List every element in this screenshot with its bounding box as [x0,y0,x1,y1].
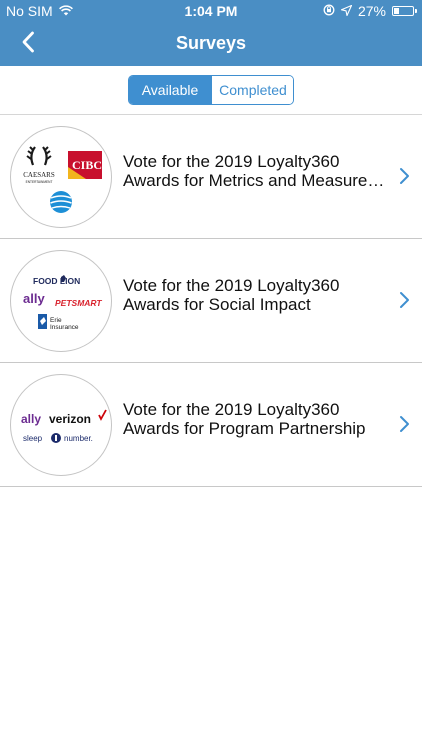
survey-title-line-1: Vote for the 2019 Loyalty360 [123,400,340,419]
battery-fill [394,8,399,14]
sleep-wordmark: sleep [23,434,43,443]
chevron-right-icon [398,167,412,185]
food-lion-logo: FOOD LION [33,275,80,286]
status-bar: No SIM 1:04 PM 27% [0,0,422,22]
sponsor-logos-image: ally verizon sleep number. [10,374,112,476]
tab-available[interactable]: Available [129,76,211,104]
cibc-wordmark: CIBC [72,158,102,172]
status-right: 27% [323,3,417,19]
survey-filter-segmented-control: Available Completed [128,75,294,105]
petsmart-logo: PETSMART [55,298,102,308]
att-logo [50,191,72,213]
survey-row-social-impact[interactable]: FOOD LION ally PETSMART Erie Insurance V… [0,239,422,363]
location-icon [339,3,353,19]
erie-subtitle: Insurance [50,324,79,331]
battery-percent: 27% [357,3,386,19]
number-wordmark: number. [64,434,93,443]
sponsor-logos-image: FOOD LION ally PETSMART Erie Insurance [10,250,112,352]
sponsor-logos-image: CAESARS ENTERTAINMENT CIBC [10,126,112,228]
erie-insurance-logo: Erie Insurance [38,314,79,331]
survey-title: Vote for the 2019 Loyalty360 Awards for … [123,400,393,438]
survey-title-line-1: Vote for the 2019 Loyalty360 [123,152,340,171]
survey-row-metrics-and-measurement[interactable]: CAESARS ENTERTAINMENT CIBC Vote for the … [0,114,422,239]
ally-logo: ally [21,412,41,426]
caesars-logo: CAESARS ENTERTAINMENT [23,146,55,184]
caesars-subtitle: ENTERTAINMENT [26,180,53,184]
food-lion-wordmark: FOOD LION [33,276,80,286]
orientation-lock-icon [323,3,335,19]
survey-title-line-2: Awards for Metrics and Measurement [123,171,393,190]
chevron-right-icon [398,291,412,309]
survey-row-program-partnership[interactable]: ally verizon sleep number. Vote for the … [0,363,422,487]
survey-list: CAESARS ENTERTAINMENT CIBC Vote for the … [0,114,422,487]
caesars-wordmark: CAESARS [23,171,55,179]
survey-title-line-1: Vote for the 2019 Loyalty360 [123,276,340,295]
nav-bar: Surveys [0,22,422,66]
survey-title-line-2: Awards for Social Impact [123,295,311,314]
verizon-wordmark: verizon [49,412,91,426]
cibc-logo: CIBC [68,151,102,179]
survey-title: Vote for the 2019 Loyalty360 Awards for … [123,152,393,190]
verizon-logo: verizon [49,409,107,426]
battery-icon [392,6,417,16]
tab-completed[interactable]: Completed [211,76,293,104]
chevron-right-icon [398,415,412,433]
erie-wordmark: Erie [50,317,62,324]
survey-title: Vote for the 2019 Loyalty360 Awards for … [123,276,393,314]
ally-logo: ally [23,291,45,306]
petsmart-wordmark: PETSMART [55,298,102,308]
survey-title-line-2: Awards for Program Partnership [123,419,366,438]
page-title: Surveys [175,33,247,53]
sleep-number-logo: sleep number. [23,433,93,443]
